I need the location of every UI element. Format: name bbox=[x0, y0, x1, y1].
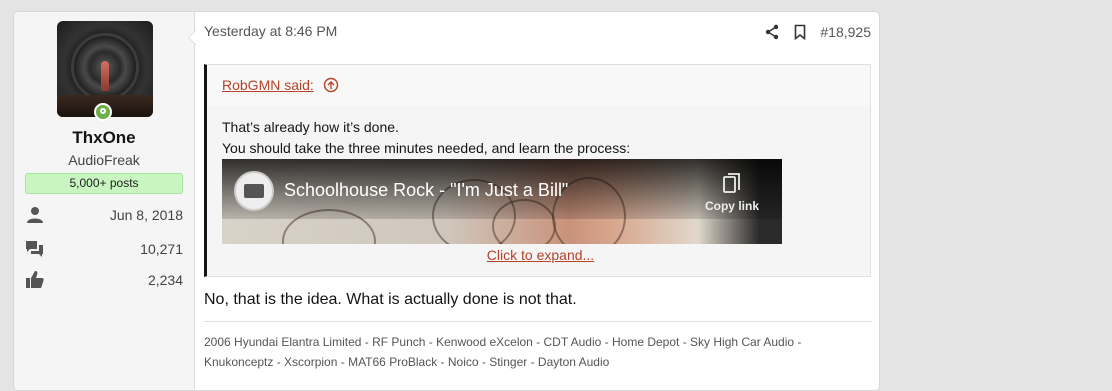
message-count: 10,271 bbox=[140, 241, 183, 257]
stat-reactions: 2,234 bbox=[25, 270, 183, 290]
online-status-icon bbox=[94, 103, 112, 121]
signature: 2006 Hyundai Elantra Limited - RF Punch … bbox=[204, 335, 802, 369]
reaction-score: 2,234 bbox=[147, 272, 183, 288]
signature-divider bbox=[204, 321, 872, 322]
share-icon[interactable] bbox=[764, 24, 780, 40]
user-title: AudioFreak bbox=[68, 152, 140, 168]
copy-link-label: Copy link bbox=[704, 199, 759, 213]
quote-author-link[interactable]: RobGMN said: bbox=[222, 77, 314, 93]
arrow-up-circle-icon[interactable] bbox=[323, 77, 339, 93]
post-count-badge: 5,000+ posts bbox=[25, 173, 183, 194]
message-post: ThxOne AudioFreak 5,000+ posts Jun 8, 20… bbox=[13, 11, 880, 391]
username[interactable]: ThxOne bbox=[14, 128, 194, 148]
stat-joined: Jun 8, 2018 bbox=[25, 205, 183, 225]
user-sidebar: ThxOne AudioFreak 5,000+ posts Jun 8, 20… bbox=[14, 12, 195, 390]
quote-block: RobGMN said: That’s already how it’s don… bbox=[204, 64, 871, 277]
video-embed[interactable]: Schoolhouse Rock - "I'm Just a Bill" Cop… bbox=[222, 159, 782, 244]
post-number[interactable]: #18,925 bbox=[820, 24, 871, 40]
click-to-expand-link[interactable]: Click to expand... bbox=[207, 247, 874, 263]
reply-text: No, that is the idea. What is actually d… bbox=[204, 291, 577, 308]
stat-messages: 10,271 bbox=[25, 239, 183, 259]
channel-avatar-icon[interactable] bbox=[234, 171, 274, 211]
copy-icon bbox=[723, 173, 740, 193]
quote-line: You should take the three minutes needed… bbox=[222, 140, 631, 156]
thumbs-up-icon bbox=[26, 271, 44, 288]
copy-link-button[interactable]: Copy link bbox=[694, 173, 770, 213]
joined-date: Jun 8, 2018 bbox=[109, 207, 183, 223]
messages-icon bbox=[26, 241, 43, 257]
user-icon bbox=[27, 207, 43, 223]
post-actions: #18,925 bbox=[764, 22, 871, 42]
post-date[interactable]: Yesterday at 8:46 PM bbox=[204, 23, 337, 39]
quote-text: That’s already how it’s done. You should… bbox=[222, 117, 630, 159]
message-main: Yesterday at 8:46 PM #18,925 RobGMN said… bbox=[194, 12, 879, 390]
quote-line: That’s already how it’s done. bbox=[222, 119, 399, 135]
video-title[interactable]: Schoolhouse Rock - "I'm Just a Bill" bbox=[284, 180, 568, 201]
bookmark-icon[interactable] bbox=[792, 24, 808, 40]
